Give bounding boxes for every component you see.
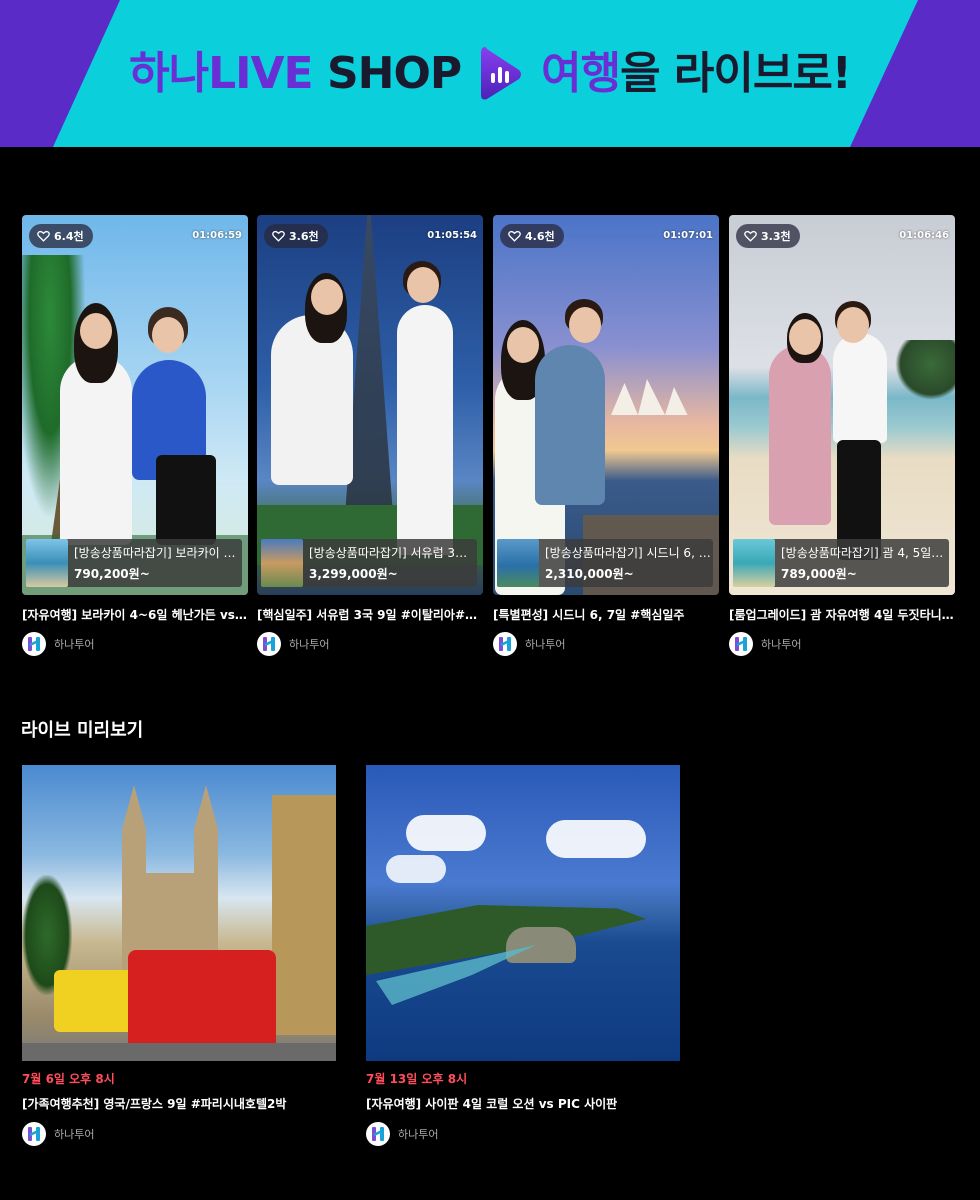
video-thumbnail[interactable]: 6.4천 01:06:59 [방송상품따라잡기] 보라카이 자... 790,2… <box>22 215 248 595</box>
hanatour-logo-icon <box>499 637 511 651</box>
video-card[interactable]: 3.6천 01:05:54 [방송상품따라잡기] 서유럽 3국 9... 3,2… <box>257 215 483 656</box>
hanatour-logo-icon <box>28 637 40 651</box>
product-overlay[interactable]: [방송상품따라잡기] 서유럽 3국 9... 3,299,000원~ <box>261 539 477 587</box>
like-count-badge: 4.6천 <box>500 224 564 248</box>
banner-brand: 하나LIVE SHOP <box>129 47 462 99</box>
channel-info[interactable]: 하나투어 <box>257 632 483 656</box>
like-count-badge: 3.6천 <box>264 224 328 248</box>
product-price: 3,299,000원~ <box>309 567 398 581</box>
channel-info[interactable]: 하나투어 <box>22 632 248 656</box>
promo-banner[interactable]: 하나LIVE SHOP 여행을 라이브로! <box>0 0 980 147</box>
video-duration: 01:05:54 <box>427 230 477 241</box>
product-thumbnail <box>497 539 539 587</box>
avatar <box>366 1122 390 1146</box>
video-card[interactable]: 4.6천 01:07:01 [방송상품따라잡기] 시드니 6, 7... 2,3… <box>493 215 719 656</box>
hanatour-logo-icon <box>263 637 275 651</box>
product-price: 789,000원~ <box>781 567 857 581</box>
product-overlay[interactable]: [방송상품따라잡기] 보라카이 자... 790,200원~ <box>26 539 242 587</box>
video-duration: 01:07:01 <box>663 230 713 241</box>
heart-icon <box>37 230 50 242</box>
broadcast-date: 7월 6일 오후 8시 <box>22 1072 115 1086</box>
avatar <box>22 632 46 656</box>
video-thumbnail[interactable]: 4.6천 01:07:01 [방송상품따라잡기] 시드니 6, 7... 2,3… <box>493 215 719 595</box>
channel-name: 하나투어 <box>54 1128 95 1141</box>
product-name: [방송상품따라잡기] 시드니 6, 7... <box>545 546 711 560</box>
preview-title[interactable]: [가족여행추천] 영국/프랑스 9일 #파리시내호텔2박 <box>22 1095 336 1112</box>
channel-name: 하나투어 <box>761 638 802 651</box>
product-thumbnail <box>733 539 775 587</box>
video-card[interactable]: 6.4천 01:06:59 [방송상품따라잡기] 보라카이 자... 790,2… <box>22 215 248 656</box>
video-duration: 01:06:46 <box>899 230 949 241</box>
product-thumbnail <box>26 539 68 587</box>
like-count-badge: 3.3천 <box>736 224 800 248</box>
video-title[interactable]: [룸업그레이드] 괌 자유여행 4일 두짓타니 vs … <box>729 606 955 623</box>
preview-title[interactable]: [자유여행] 사이판 4일 코럴 오션 vs PIC 사이판 <box>366 1095 680 1112</box>
channel-info[interactable]: 하나투어 <box>493 632 719 656</box>
video-title[interactable]: [특별편성] 시드니 6, 7일 #핵심일주 <box>493 606 719 623</box>
preview-thumbnail[interactable] <box>22 765 336 1061</box>
channel-info[interactable]: 하나투어 <box>729 632 955 656</box>
product-name: [방송상품따라잡기] 보라카이 자... <box>74 546 240 560</box>
preview-card[interactable]: 7월 6일 오후 8시 [가족여행추천] 영국/프랑스 9일 #파리시내호텔2박… <box>22 765 336 1146</box>
channel-name: 하나투어 <box>525 638 566 651</box>
play-logo-icon <box>479 43 523 105</box>
channel-info[interactable]: 하나투어 <box>22 1122 336 1146</box>
banner-slogan: 여행을 라이브로! <box>541 47 852 99</box>
channel-info[interactable]: 하나투어 <box>366 1122 680 1146</box>
video-thumbnail[interactable]: 3.6천 01:05:54 [방송상품따라잡기] 서유럽 3국 9... 3,2… <box>257 215 483 595</box>
product-price: 790,200원~ <box>74 567 150 581</box>
like-count-badge: 6.4천 <box>29 224 93 248</box>
video-card[interactable]: 3.3천 01:06:46 [방송상품따라잡기] 괌 4, 5일 #... 78… <box>729 215 955 656</box>
avatar <box>22 1122 46 1146</box>
video-title[interactable]: [자유여행] 보라카이 4~6일 헤난가든 vs 헤난… <box>22 606 248 623</box>
product-overlay[interactable]: [방송상품따라잡기] 괌 4, 5일 #... 789,000원~ <box>733 539 949 587</box>
product-name: [방송상품따라잡기] 괌 4, 5일 #... <box>781 546 947 560</box>
heart-icon <box>508 230 521 242</box>
hanatour-logo-icon <box>372 1127 384 1141</box>
channel-name: 하나투어 <box>289 638 330 651</box>
hanatour-logo-icon <box>735 637 747 651</box>
product-name: [방송상품따라잡기] 서유럽 3국 9... <box>309 546 475 560</box>
product-overlay[interactable]: [방송상품따라잡기] 시드니 6, 7... 2,310,000원~ <box>497 539 713 587</box>
heart-icon <box>744 230 757 242</box>
section-title: 라이브 미리보기 <box>21 720 144 741</box>
video-thumbnail[interactable]: 3.3천 01:06:46 [방송상품따라잡기] 괌 4, 5일 #... 78… <box>729 215 955 595</box>
preview-card[interactable]: 7월 13일 오후 8시 [자유여행] 사이판 4일 코럴 오션 vs PIC … <box>366 765 680 1146</box>
avatar <box>493 632 517 656</box>
hanatour-logo-icon <box>28 1127 40 1141</box>
channel-name: 하나투어 <box>398 1128 439 1141</box>
channel-name: 하나투어 <box>54 638 95 651</box>
avatar <box>729 632 753 656</box>
heart-icon <box>272 230 285 242</box>
preview-thumbnail[interactable] <box>366 765 680 1061</box>
avatar <box>257 632 281 656</box>
product-thumbnail <box>261 539 303 587</box>
product-price: 2,310,000원~ <box>545 567 634 581</box>
broadcast-date: 7월 13일 오후 8시 <box>366 1072 468 1086</box>
video-duration: 01:06:59 <box>192 230 242 241</box>
video-title[interactable]: [핵심일주] 서유럽 3국 9일 #이탈리아#스위스… <box>257 606 483 623</box>
